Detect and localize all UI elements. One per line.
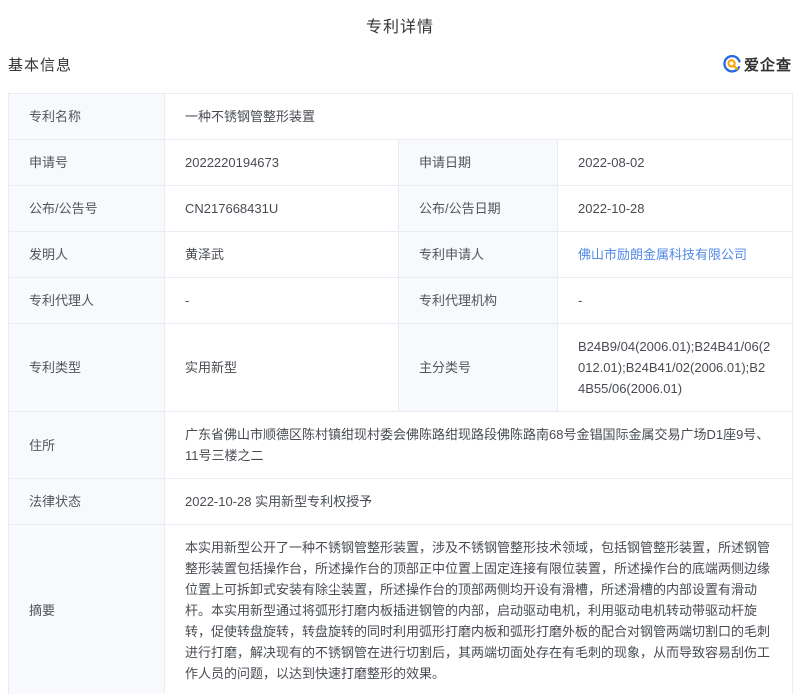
field-value-patent-name: 一种不锈钢管整形装置 (163, 93, 794, 140)
page-title: 专利详情 (365, 19, 434, 36)
field-label-patent-name: 专利名称 (8, 93, 165, 140)
field-label-application-number: 申请号 (8, 139, 165, 186)
field-value-agent: - (164, 277, 399, 324)
field-value-applicant: 佛山市励朗金属科技有限公司 (556, 231, 794, 278)
field-value-main-classification: B24B9/04(2006.01);B24B41/06(2012.01);B24… (556, 323, 794, 412)
field-value-patent-type: 实用新型 (164, 323, 399, 412)
table-row-abstract: 摘要 本实用新型公开了一种不锈钢管整形装置，涉及不锈钢管整形技术领域，包括钢管整… (8, 524, 794, 694)
field-value-application-date: 2022-08-02 (556, 139, 794, 186)
aiqicha-logo-icon (723, 55, 741, 73)
field-label-legal-status: 法律状态 (8, 478, 165, 525)
field-value-application-number: 2022220194673 (164, 139, 399, 186)
field-label-publication-date: 公布/公告日期 (398, 185, 558, 232)
field-label-patent-type: 专利类型 (8, 323, 165, 412)
field-value-inventor: 黄泽武 (164, 231, 399, 278)
field-label-address: 住所 (8, 411, 165, 479)
applicant-company-link[interactable]: 佛山市励朗金属科技有限公司 (578, 247, 747, 262)
field-value-publication-number: CN217668431U (164, 185, 399, 232)
patent-detail-page: 专利详情 基本信息 爱企查 专利名称 一种不锈钢管整形装置 申请号 202222… (0, 0, 800, 694)
table-row-publication: 公布/公告号 CN217668431U 公布/公告日期 2022-10-28 (8, 185, 794, 232)
table-row-type-classification: 专利类型 实用新型 主分类号 B24B9/04(2006.01);B24B41/… (8, 323, 794, 412)
field-value-address: 广东省佛山市顺德区陈村镇绀现村委会佛陈路绀现路段佛陈路南68号金锠国际金属交易广… (163, 411, 794, 479)
basic-info-table: 专利名称 一种不锈钢管整形装置 申请号 2022220194673 申请日期 2… (8, 93, 794, 694)
section-header: 基本信息 爱企查 (8, 52, 792, 76)
field-label-agent: 专利代理人 (8, 277, 165, 324)
table-row-agent-agency: 专利代理人 - 专利代理机构 - (8, 277, 794, 324)
aiqicha-brand-watermark: 爱企查 (723, 54, 792, 75)
brand-name: 爱企查 (743, 56, 792, 74)
field-value-agency: - (556, 277, 794, 324)
field-label-main-classification: 主分类号 (398, 323, 558, 412)
table-row-legal-status: 法律状态 2022-10-28 实用新型专利权授予 (8, 478, 794, 525)
table-row-patent-name: 专利名称 一种不锈钢管整形装置 (8, 93, 794, 140)
field-label-applicant: 专利申请人 (398, 231, 558, 278)
field-value-legal-status: 2022-10-28 实用新型专利权授予 (163, 478, 794, 525)
field-label-publication-number: 公布/公告号 (8, 185, 165, 232)
field-label-inventor: 发明人 (8, 231, 165, 278)
table-row-application: 申请号 2022220194673 申请日期 2022-08-02 (8, 139, 794, 186)
field-value-publication-date: 2022-10-28 (556, 185, 794, 232)
table-row-inventor-applicant: 发明人 黄泽武 专利申请人 佛山市励朗金属科技有限公司 (8, 231, 794, 278)
table-row-address: 住所 广东省佛山市顺德区陈村镇绀现村委会佛陈路绀现路段佛陈路南68号金锠国际金属… (8, 411, 794, 479)
field-label-agency: 专利代理机构 (398, 277, 558, 324)
field-label-application-date: 申请日期 (398, 139, 558, 186)
field-value-abstract: 本实用新型公开了一种不锈钢管整形装置，涉及不锈钢管整形技术领域，包括钢管整形装置… (163, 524, 794, 694)
section-title-basic-info: 基本信息 (8, 56, 73, 74)
field-label-abstract: 摘要 (8, 524, 165, 694)
